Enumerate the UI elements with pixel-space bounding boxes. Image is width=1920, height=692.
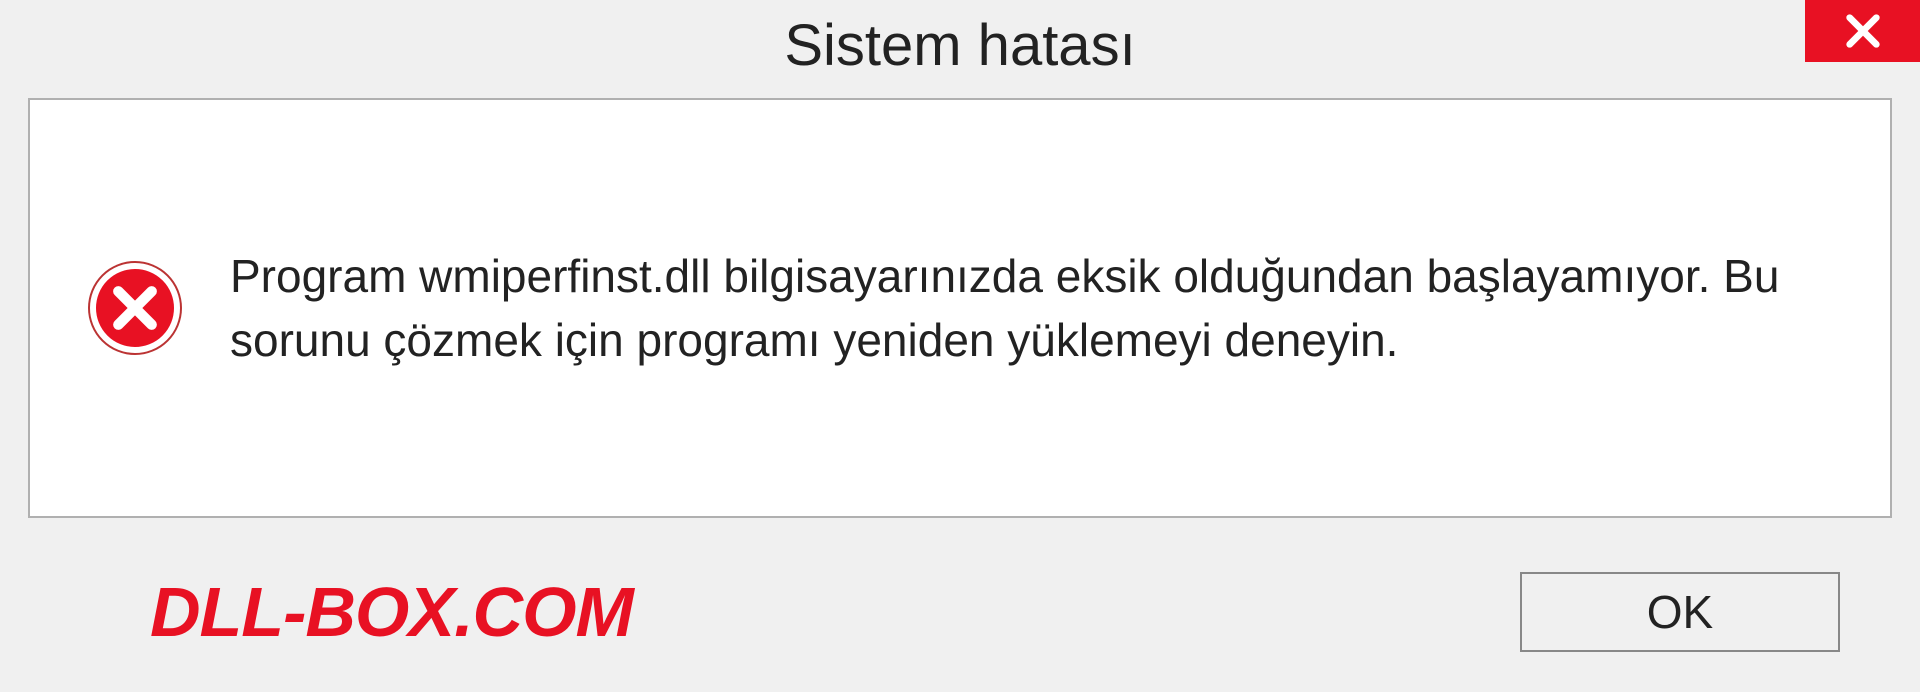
error-icon-wrap bbox=[90, 263, 180, 353]
close-icon bbox=[1843, 11, 1883, 51]
brand-watermark: DLL-BOX.COM bbox=[150, 572, 633, 652]
content-area: Program wmiperfinst.dll bilgisayarınızda… bbox=[28, 98, 1892, 518]
ok-button[interactable]: OK bbox=[1520, 572, 1840, 652]
dialog-title: Sistem hatası bbox=[784, 12, 1135, 79]
error-icon bbox=[90, 263, 180, 353]
titlebar: Sistem hatası bbox=[0, 0, 1920, 90]
dialog-footer: DLL-BOX.COM OK bbox=[0, 532, 1920, 692]
error-message: Program wmiperfinst.dll bilgisayarınızda… bbox=[230, 244, 1830, 373]
error-dialog: Sistem hatası Program wmiperfinst.dll bi… bbox=[0, 0, 1920, 692]
close-button[interactable] bbox=[1805, 0, 1920, 62]
